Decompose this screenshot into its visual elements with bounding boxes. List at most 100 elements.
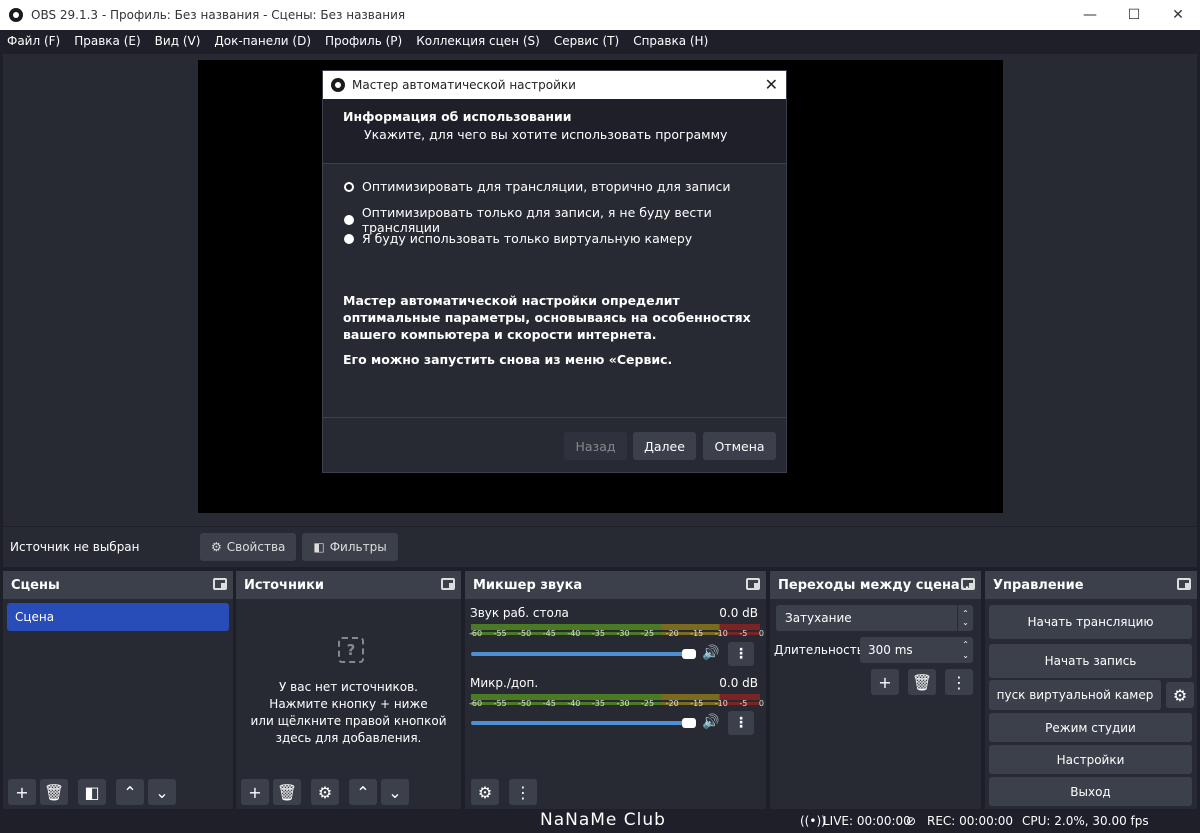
menu-view[interactable]: Вид (V): [148, 34, 208, 48]
tick-label: -40: [567, 629, 581, 638]
undock-icon[interactable]: [1177, 578, 1191, 590]
radio-icon: [344, 233, 354, 244]
source-properties-button[interactable]: ⚙: [311, 779, 339, 805]
properties-button[interactable]: ⚙ Свойства: [200, 533, 297, 561]
plus-icon: +: [15, 782, 29, 802]
dialog-description: Мастер автоматической настройки определи…: [343, 293, 751, 342]
channel-db: 0.0 dB: [719, 606, 758, 620]
advanced-audio-button[interactable]: ⚙: [471, 779, 499, 805]
speaker-icon[interactable]: 🔊: [702, 645, 719, 661]
transition-value: Затухание: [785, 611, 852, 625]
move-source-up-button[interactable]: ⌃: [349, 779, 377, 805]
scenes-title: Сцены: [11, 577, 60, 593]
close-icon[interactable]: ✕: [765, 75, 778, 94]
tick-label: -40: [567, 699, 581, 708]
back-button[interactable]: Назад: [564, 432, 627, 460]
channel-db: 0.0 dB: [719, 676, 758, 690]
obs-logo-icon: [9, 8, 23, 22]
move-scene-up-button[interactable]: ⌃: [116, 779, 144, 805]
remove-source-button[interactable]: 🗑: [273, 779, 301, 805]
maximize-button[interactable]: ☐: [1112, 0, 1156, 30]
move-scene-down-button[interactable]: ⌄: [148, 779, 176, 805]
start-streaming-button[interactable]: Начать трансляцию: [989, 605, 1192, 639]
channel-name: Микр./доп.: [470, 676, 539, 690]
radio-optimize-streaming[interactable]: Оптимизировать для трансляции, вторично …: [344, 179, 731, 194]
filter-icon: ◧: [84, 782, 100, 802]
slider-handle[interactable]: [682, 718, 696, 728]
rec-icon: ⊘: [906, 814, 917, 828]
tick-label: -25: [641, 699, 655, 708]
start-virtual-camera-button[interactable]: пуск виртуальной камер: [989, 680, 1161, 710]
undock-icon[interactable]: [961, 578, 975, 590]
more-vertical-icon: ⋮: [734, 715, 748, 731]
start-recording-button[interactable]: Начать запись: [989, 644, 1192, 678]
menu-tools[interactable]: Сервис (T): [547, 34, 626, 48]
studio-mode-button[interactable]: Режим студии: [989, 713, 1192, 742]
remove-transition-button[interactable]: 🗑: [908, 669, 936, 695]
undock-icon[interactable]: [213, 578, 227, 590]
chevron-up-icon: ⌃: [356, 782, 370, 802]
tick-label: -20: [665, 629, 679, 638]
next-button[interactable]: Далее: [633, 432, 696, 460]
minimize-button[interactable]: —: [1068, 0, 1112, 30]
menu-help[interactable]: Справка (H): [626, 34, 715, 48]
empty-line: У вас нет источников.: [279, 680, 418, 694]
undock-icon[interactable]: [441, 578, 455, 590]
transition-select[interactable]: Затухание ⌃ ⌄: [776, 605, 973, 631]
close-window-button[interactable]: ✕: [1156, 0, 1200, 30]
dialog-note: Его можно запустить снова из меню «Серви…: [343, 352, 673, 367]
slider-handle[interactable]: [682, 649, 696, 659]
menu-edit[interactable]: Правка (E): [67, 34, 147, 48]
settings-button[interactable]: Настройки: [989, 745, 1192, 774]
tick-label: -10: [714, 699, 728, 708]
scene-filters-button[interactable]: ◧: [78, 779, 106, 805]
transitions-dock-title: Переходы между сцена...: [770, 571, 981, 599]
scene-name: Сцена: [15, 610, 55, 624]
meter-ticks: -60 -55 -50 -45 -40 -35 -30 -25 -20 -15 -10 -5 0: [469, 699, 764, 708]
tick-label: -5: [739, 629, 748, 638]
duration-spinbox[interactable]: 300 ms ⌃ ⌄: [860, 637, 973, 663]
question-icon: ?: [338, 637, 364, 663]
tick-label: -15: [690, 699, 704, 708]
sources-empty-text[interactable]: У вас нет источников. Нажмите кнопку + н…: [236, 679, 461, 747]
remove-scene-button[interactable]: 🗑: [40, 779, 68, 805]
meter-ticks: -60 -55 -50 -45 -40 -35 -30 -25 -20 -15 -10 -5 0: [469, 629, 764, 638]
transition-menu-button[interactable]: ⋮: [945, 669, 973, 695]
speaker-icon[interactable]: 🔊: [702, 714, 719, 730]
mixer-menu-button[interactable]: ⋮: [509, 779, 537, 805]
radio-icon: [344, 215, 354, 225]
tick-label: 0: [758, 699, 764, 708]
live-icon: ((•)): [800, 814, 826, 828]
audio-mixer-dock: Микшер звука Звук раб. стола 0.0 dB -60 -…: [465, 571, 766, 809]
tick-label: -25: [641, 629, 655, 638]
spin-arrows-icon[interactable]: ⌃ ⌄: [962, 639, 969, 661]
menu-scene-collection[interactable]: Коллекция сцен (S): [409, 34, 547, 48]
menu-docks[interactable]: Док-панели (D): [207, 34, 318, 48]
radio-virtual-camera-only[interactable]: Я буду использовать только виртуальную к…: [344, 231, 692, 246]
filters-button[interactable]: ◧ Фильтры: [302, 533, 398, 561]
sources-dock: Источники ? У вас нет источников. Нажмит…: [236, 571, 461, 809]
add-transition-button[interactable]: +: [871, 669, 899, 695]
add-scene-button[interactable]: +: [8, 779, 36, 805]
volume-slider[interactable]: [471, 649, 696, 659]
menu-file[interactable]: Файл (F): [0, 34, 67, 48]
virtual-camera-settings-button[interactable]: ⚙: [1166, 682, 1194, 708]
controls-dock-title: Управление: [985, 571, 1197, 599]
undock-icon[interactable]: [746, 578, 760, 590]
tick-label: -55: [493, 699, 507, 708]
channel-menu-button[interactable]: ⋮: [728, 642, 754, 666]
cancel-button[interactable]: Отмена: [703, 432, 776, 460]
more-vertical-icon: ⋮: [734, 646, 748, 662]
tick-label: -45: [542, 699, 556, 708]
volume-slider[interactable]: [471, 718, 696, 728]
transitions-dock: Переходы между сцена... Затухание ⌃ ⌄ Дли…: [770, 571, 981, 809]
scene-list-item[interactable]: Сцена: [7, 603, 229, 631]
move-source-down-button[interactable]: ⌄: [381, 779, 409, 805]
exit-button[interactable]: Выход: [989, 777, 1192, 806]
cpu-fps: CPU: 2.0%, 30.00 fps: [1022, 814, 1149, 828]
channel-menu-button[interactable]: ⋮: [728, 711, 754, 735]
tick-label: -45: [542, 629, 556, 638]
menu-profile[interactable]: Профиль (P): [318, 34, 409, 48]
add-source-button[interactable]: +: [241, 779, 269, 805]
channel-name: Звук раб. стола: [470, 606, 569, 620]
